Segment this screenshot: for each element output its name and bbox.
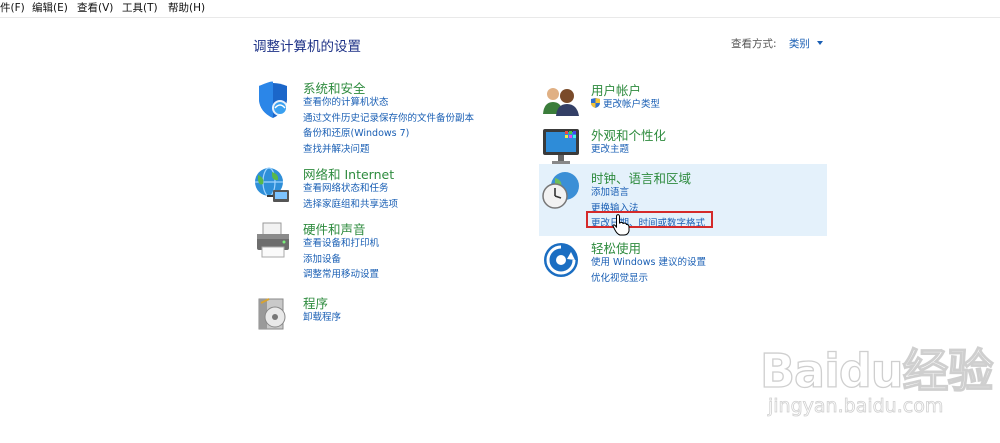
globe-network-icon [255,167,289,202]
clock-globe-icon [542,172,579,209]
link-network-status[interactable]: 查看网络状态和任务 [303,181,398,197]
link-change-account-type-label[interactable]: 更改帐户类型 [603,99,660,110]
page-title: 调整计算机的设置 [253,39,361,55]
link-change-theme[interactable]: 更改主题 [591,142,629,158]
watermark-brand: Baidu经验 [759,343,994,398]
view-by-label: 查看方式: [731,38,777,50]
users-icon [543,88,579,116]
printer-icon [257,222,289,258]
link-change-account-type[interactable]: 更改帐户类型 [591,97,660,113]
link-add-device[interactable]: 添加设备 [303,252,379,268]
baidu-watermark: Baidu经验 jingyan.baidu.com [759,335,994,430]
shield-icon [259,81,288,118]
monitor-icon [543,129,579,164]
link-windows-recommended-settings[interactable]: 使用 Windows 建议的设置 [591,255,706,271]
link-optimize-visual-display[interactable]: 优化视觉显示 [591,271,706,287]
menu-tools[interactable]: 工具(T) [122,0,158,17]
menu-file[interactable]: 件(F) [0,0,25,17]
highlight-annotation-box [586,211,713,228]
link-backup-restore[interactable]: 备份和还原(Windows 7) [303,126,474,142]
watermark-url: jingyan.baidu.com [768,395,944,418]
menu-view[interactable]: 查看(V) [77,0,113,17]
link-troubleshoot[interactable]: 查找并解决问题 [303,142,474,158]
menu-bar: 件(F) 编辑(E) 查看(V) 工具(T) 帮助(H) [0,0,1000,18]
link-add-language[interactable]: 添加语言 [591,185,705,201]
uac-shield-icon [591,98,600,108]
programs-disc-icon [258,298,286,330]
menu-help[interactable]: 帮助(H) [168,0,205,17]
link-devices-printers[interactable]: 查看设备和打印机 [303,236,379,252]
link-view-computer-status[interactable]: 查看你的计算机状态 [303,95,474,111]
view-by: 查看方式: 类别 [731,36,824,51]
link-uninstall-program[interactable]: 卸载程序 [303,310,341,326]
hand-cursor-icon [612,214,630,236]
link-mobility-settings[interactable]: 调整常用移动设置 [303,267,379,283]
view-by-dropdown[interactable]: 类别 [789,38,810,50]
link-homegroup-sharing[interactable]: 选择家庭组和共享选项 [303,197,398,213]
link-file-history-backup[interactable]: 通过文件历史记录保存你的文件备份副本 [303,111,474,127]
menu-edit[interactable]: 编辑(E) [32,0,68,17]
ease-of-access-icon [544,243,578,277]
chevron-down-icon[interactable] [817,41,824,45]
